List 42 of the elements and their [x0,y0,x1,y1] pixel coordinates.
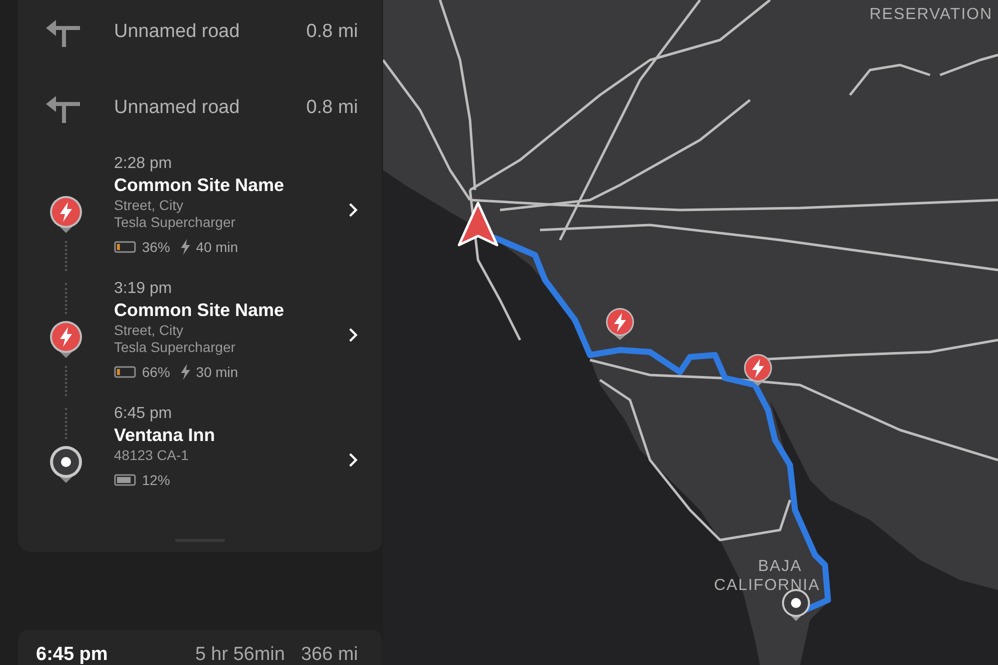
chevron-right-icon[interactable] [348,452,358,468]
charger-network: Tesla Supercharger [114,339,236,356]
battery-icon [114,474,136,486]
battery-icon [114,241,136,253]
arrival-time: 6:45 pm [36,644,108,665]
charge-duration: 30 min [196,364,238,380]
arrival-time: 6:45 pm [114,404,173,424]
road-name: Unnamed road [114,21,241,43]
stop-address: 48123 CA-1 [114,447,190,464]
map-view[interactable]: RESERVATION BAJA CALIFORNIA [383,0,998,665]
battery-percent: 12% [142,472,170,488]
charger-pin-icon[interactable] [606,308,634,340]
charger-network: Tesla Supercharger [114,214,236,231]
lightning-bolt-icon [180,364,190,380]
distance-text: 0.8 mi [306,97,358,119]
charger-pin-icon [49,320,83,360]
destination-pin-icon [49,444,83,484]
road-name: Unnamed road [114,97,241,119]
chevron-right-icon[interactable] [348,202,358,218]
lightning-bolt-icon [180,239,190,255]
charger-pin-icon [49,194,83,234]
map-region-label: BAJA [758,558,802,575]
stop-name[interactable]: Common Site Name [114,299,348,322]
stop-address: Street, City [114,322,184,339]
stop-name[interactable]: Ventana Inn [114,424,348,447]
chevron-right-icon[interactable] [348,326,358,342]
battery-icon [114,366,136,378]
battery-percent: 36% [142,239,170,255]
destination-pin-icon[interactable] [782,589,810,621]
arrival-time: 2:28 pm [114,154,173,174]
charge-duration: 40 min [196,239,238,255]
stop-name[interactable]: Common Site Name [114,174,348,197]
charger-pin-icon[interactable] [744,354,772,386]
vehicle-arrow-icon [458,202,498,246]
stop-address: Street, City [114,197,184,214]
trip-duration: 5 hr 56min [195,644,285,665]
battery-percent: 66% [142,364,170,380]
map-region-label: CALIFORNIA [714,577,820,594]
arrival-time: 3:19 pm [114,279,173,299]
map-region-label: RESERVATION [869,6,993,23]
distance-text: 0.8 mi [306,21,358,43]
trip-distance: 366 mi [300,644,358,665]
